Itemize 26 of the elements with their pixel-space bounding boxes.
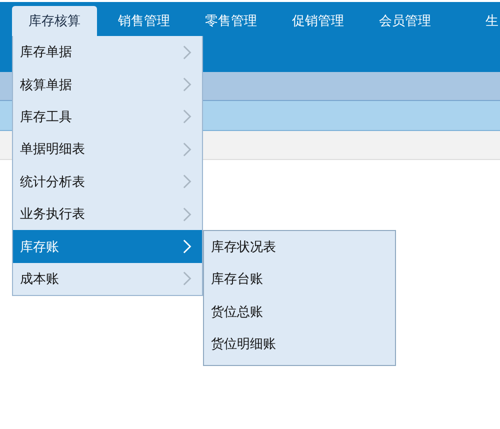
chevron-right-icon <box>183 77 192 92</box>
menu-item[interactable]: 库存工具 <box>13 100 202 134</box>
menu-item[interactable]: 核算单据 <box>13 68 202 101</box>
menu-item[interactable]: 单据明细表 <box>13 133 202 166</box>
chevron-right-icon <box>183 271 192 286</box>
chevron-right-icon <box>183 206 192 222</box>
chevron-right-icon <box>183 44 192 60</box>
submenu-item[interactable]: 货位明细账 <box>204 329 395 362</box>
nav-tab[interactable]: 促销管理 <box>275 6 361 37</box>
nav-tab[interactable]: 销售管理 <box>101 6 187 37</box>
menu-item[interactable]: 库存账 <box>13 230 202 263</box>
menu-item[interactable]: 成本账 <box>13 262 202 296</box>
chevron-right-icon <box>183 142 192 157</box>
menu-item[interactable]: 库存单据 <box>13 36 202 68</box>
nav-tab[interactable]: 库存核算 <box>12 6 97 37</box>
menu-item[interactable]: 业务执行表 <box>13 198 202 230</box>
submenu-item[interactable]: 库存台账 <box>204 264 395 297</box>
submenu-item[interactable]: 货位总账 <box>204 296 395 330</box>
chevron-right-icon <box>183 109 192 124</box>
chevron-right-icon <box>183 239 192 254</box>
menu-item[interactable]: 统计分析表 <box>13 166 202 198</box>
nav-tab[interactable]: 零售管理 <box>188 6 274 37</box>
nav-tab[interactable]: 生 <box>449 6 500 37</box>
nav-tab[interactable]: 会员管理 <box>362 6 448 37</box>
submenu-item[interactable]: 库存状况表 <box>204 232 395 264</box>
chevron-right-icon <box>183 174 192 190</box>
